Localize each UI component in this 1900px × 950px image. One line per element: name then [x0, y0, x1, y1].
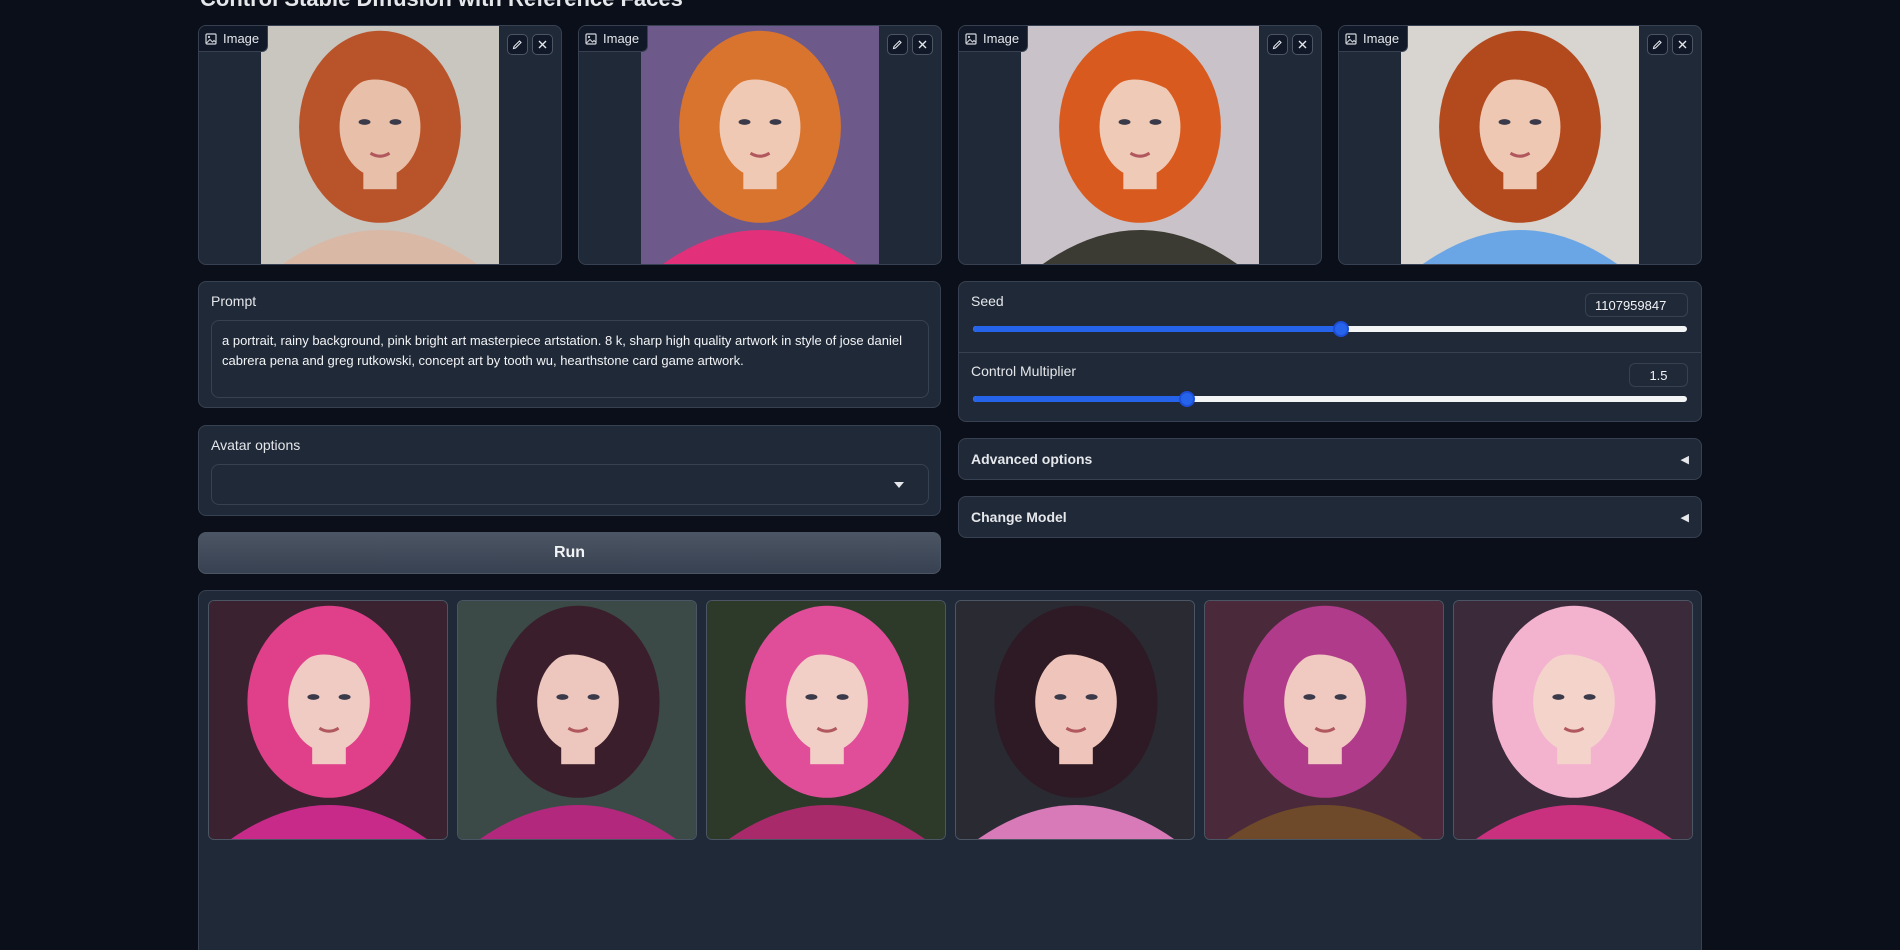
pencil-icon: [892, 40, 902, 50]
seed-slider[interactable]: [973, 321, 1687, 337]
prompt-label: Prompt: [211, 293, 257, 309]
portrait-image: [209, 601, 447, 839]
avatar-options-panel: Avatar options: [198, 425, 941, 516]
sliders-panel: Seed 1107959847 Control Multiplier 1.5: [958, 281, 1702, 422]
clear-button[interactable]: [1672, 34, 1693, 55]
gallery-thumbnail[interactable]: [1453, 600, 1693, 840]
image-label-text: Image: [603, 31, 640, 46]
run-button[interactable]: Run: [198, 532, 941, 574]
control-multiplier-label: Control Multiplier: [971, 363, 1077, 379]
seed-slider-fill: [973, 326, 1342, 332]
edit-button[interactable]: [887, 34, 908, 55]
output-gallery: [198, 590, 1702, 950]
close-icon: [1298, 40, 1307, 49]
clear-button[interactable]: [912, 34, 933, 55]
portrait-image: [641, 26, 879, 264]
portrait-image: [1205, 601, 1443, 839]
pencil-icon: [1272, 40, 1282, 50]
reference-photo: [1401, 26, 1639, 264]
pencil-icon: [512, 40, 522, 50]
image-label: Image: [199, 26, 269, 52]
close-icon: [918, 40, 927, 49]
seed-row: Seed 1107959847: [959, 282, 1701, 352]
image-label: Image: [959, 26, 1029, 52]
image-icon: [205, 32, 217, 45]
advanced-options-accordion[interactable]: Advanced options ◀: [958, 438, 1702, 480]
portrait-image: [261, 26, 499, 264]
image-label-text: Image: [1363, 31, 1400, 46]
close-icon: [1678, 40, 1687, 49]
close-icon: [538, 40, 547, 49]
control-multiplier-slider-handle[interactable]: [1179, 391, 1196, 407]
portrait-image: [458, 601, 696, 839]
seed-input[interactable]: 1107959847: [1585, 293, 1688, 317]
image-tools: [1647, 34, 1693, 55]
image-label: Image: [579, 26, 649, 52]
edit-button[interactable]: [1267, 34, 1288, 55]
image-tools: [507, 34, 553, 55]
image-label-text: Image: [223, 31, 260, 46]
portrait-image: [1401, 26, 1639, 264]
avatar-options-dropdown[interactable]: [211, 464, 929, 505]
pencil-icon: [1652, 40, 1662, 50]
portrait-image: [1454, 601, 1692, 839]
control-multiplier-input[interactable]: 1.5: [1629, 363, 1688, 387]
change-model-label: Change Model: [971, 509, 1067, 525]
seed-label: Seed: [971, 293, 1004, 309]
reference-photo: [1021, 26, 1259, 264]
reference-photo: [261, 26, 499, 264]
edit-button[interactable]: [1647, 34, 1668, 55]
prompt-textarea[interactable]: a portrait, rainy background, pink brigh…: [211, 320, 929, 398]
advanced-options-label: Advanced options: [971, 451, 1093, 467]
gallery-thumbnail[interactable]: [706, 600, 946, 840]
prompt-panel: Prompt a portrait, rainy background, pin…: [198, 281, 941, 408]
gallery-thumbnail[interactable]: [1204, 600, 1444, 840]
avatar-options-label: Avatar options: [211, 437, 301, 453]
seed-slider-handle[interactable]: [1333, 321, 1350, 337]
reference-image-input[interactable]: Image: [578, 25, 942, 265]
edit-button[interactable]: [507, 34, 528, 55]
clear-button[interactable]: [532, 34, 553, 55]
portrait-image: [1021, 26, 1259, 264]
image-icon: [585, 32, 597, 45]
reference-image-input[interactable]: Image: [198, 25, 562, 265]
chevron-down-icon: [894, 482, 904, 488]
control-multiplier-row: Control Multiplier 1.5: [959, 352, 1701, 422]
collapse-arrow-icon: ◀: [1680, 453, 1689, 466]
reference-photo: [641, 26, 879, 264]
control-multiplier-slider[interactable]: [973, 391, 1687, 407]
page-title: Control Stable Diffusion with Reference …: [200, 0, 683, 12]
gallery-thumbnail[interactable]: [208, 600, 448, 840]
reference-image-input[interactable]: Image: [1338, 25, 1702, 265]
gallery-thumbnail[interactable]: [955, 600, 1195, 840]
portrait-image: [707, 601, 945, 839]
image-tools: [887, 34, 933, 55]
change-model-accordion[interactable]: Change Model ◀: [958, 496, 1702, 538]
collapse-arrow-icon: ◀: [1680, 511, 1689, 524]
clear-button[interactable]: [1292, 34, 1313, 55]
reference-image-input[interactable]: Image: [958, 25, 1322, 265]
image-label-text: Image: [983, 31, 1020, 46]
image-icon: [1345, 32, 1357, 45]
portrait-image: [956, 601, 1194, 839]
control-multiplier-slider-fill: [973, 396, 1188, 402]
gallery-thumbnail[interactable]: [457, 600, 697, 840]
image-label: Image: [1339, 26, 1409, 52]
image-icon: [965, 32, 977, 45]
image-tools: [1267, 34, 1313, 55]
